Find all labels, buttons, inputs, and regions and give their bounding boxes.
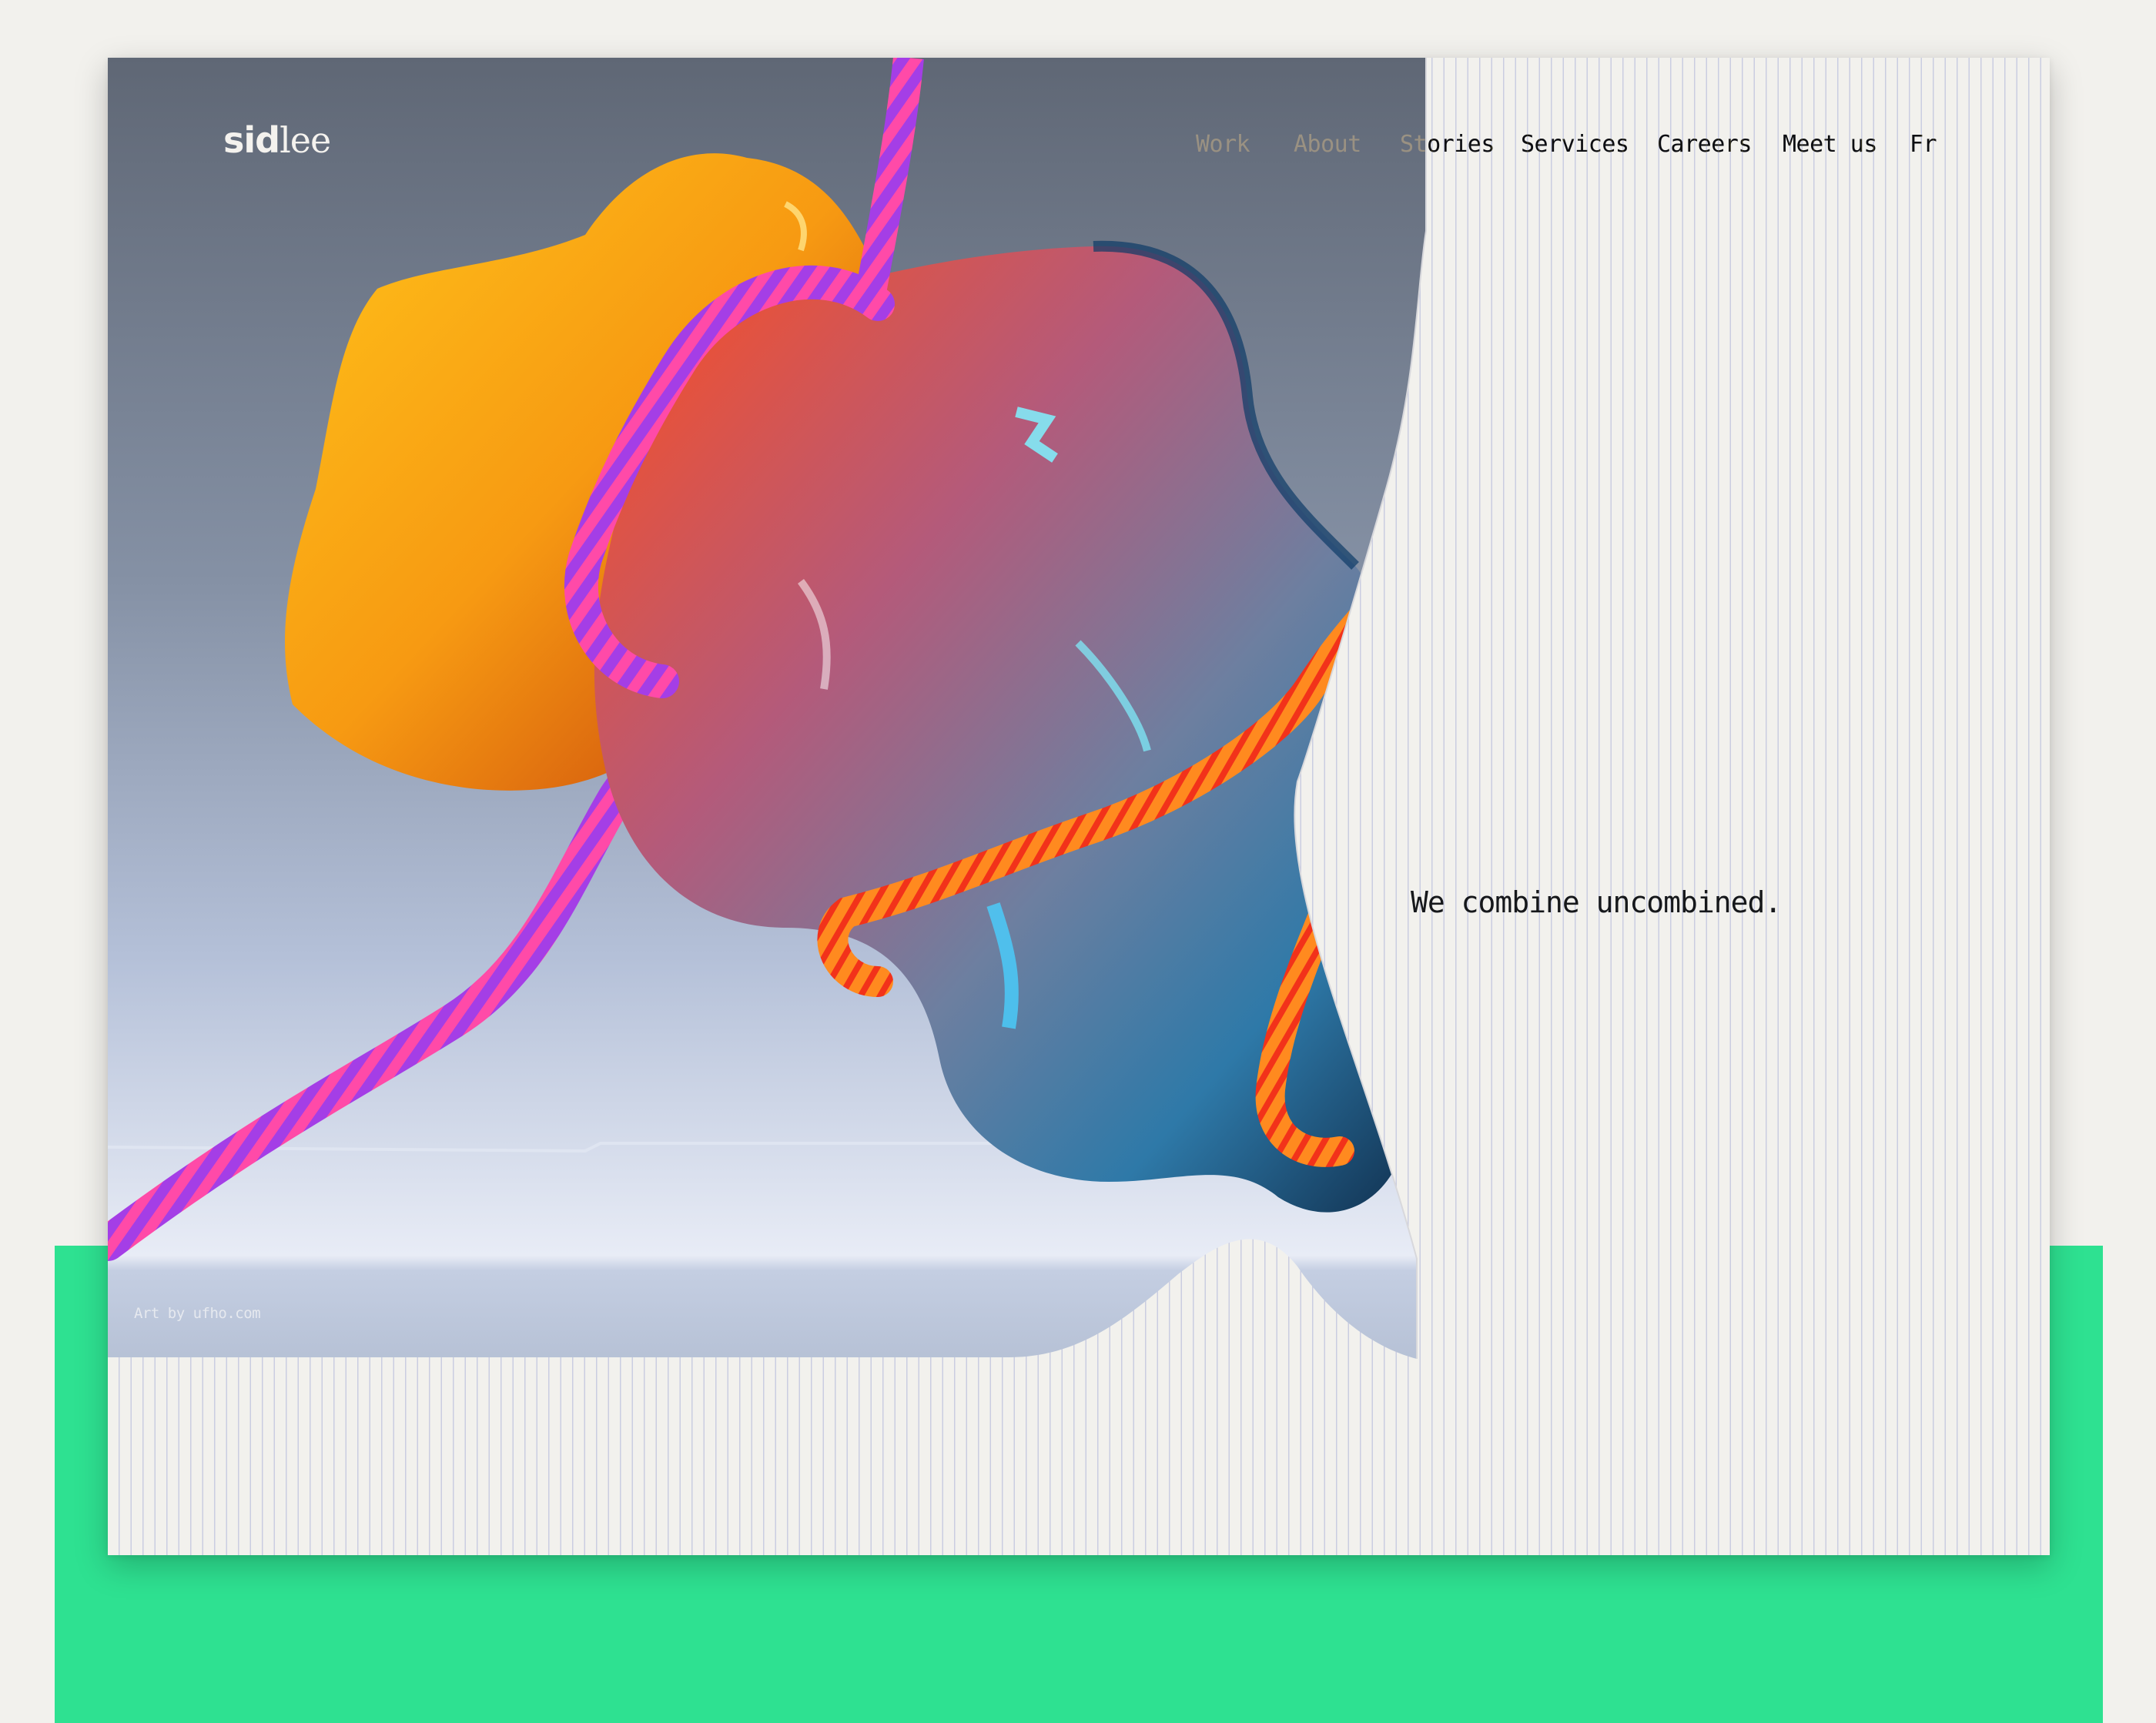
hero-card: sidlee Work About Stories Services Caree…: [108, 58, 2050, 1555]
nav-language-fr[interactable]: Fr: [1910, 131, 1937, 158]
main-nav: Work About Stories Services Careers Meet…: [108, 131, 2050, 177]
nav-meet-us[interactable]: Meet us: [1783, 131, 1877, 158]
nav-work[interactable]: Work: [1196, 131, 1250, 158]
art-credit-link[interactable]: Art by ufho.com: [134, 1305, 261, 1322]
nav-about[interactable]: About: [1294, 131, 1361, 158]
nav-careers[interactable]: Careers: [1657, 131, 1752, 158]
hero-artwork: [108, 58, 1427, 1359]
hero-tagline: We combine uncombined.: [1411, 885, 1782, 919]
nav-stories[interactable]: Stories: [1400, 131, 1495, 158]
nav-services[interactable]: Services: [1521, 131, 1629, 158]
